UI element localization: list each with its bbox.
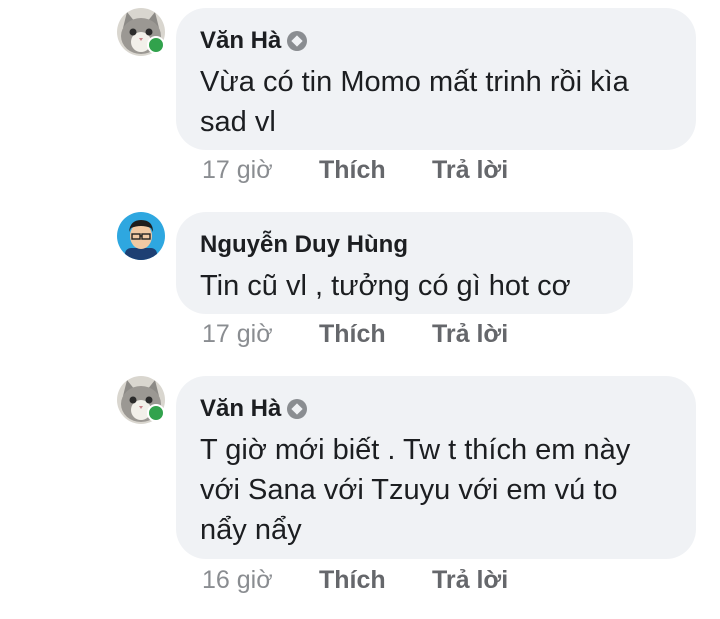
comment-text: Tin cũ vl , tưởng có gì hot cơ: [200, 270, 571, 302]
online-status-dot: [147, 36, 165, 54]
comment-author[interactable]: Văn Hà: [200, 394, 670, 424]
verified-badge-icon: [287, 31, 308, 51]
reply-button[interactable]: Trả lời: [432, 155, 508, 185]
verified-badge-icon: [287, 399, 308, 419]
like-button[interactable]: Thích: [319, 155, 432, 185]
author-name[interactable]: Văn Hà: [200, 26, 281, 56]
comment-text: Vừa có tin Momo mất trinh rồi kìa sad vl: [200, 66, 629, 138]
comment-time[interactable]: 17 giờ: [202, 319, 319, 349]
reply-button[interactable]: Trả lời: [432, 565, 508, 595]
reply-button[interactable]: Trả lời: [432, 319, 508, 349]
comment-bubble: Văn Hà Vừa có tin Momo mất trinh rồi kìa…: [176, 8, 696, 150]
comment-actions: 17 giờ Thích Trả lời: [202, 155, 508, 185]
author-name[interactable]: Văn Hà: [200, 394, 281, 424]
like-button[interactable]: Thích: [319, 319, 432, 349]
comment-time[interactable]: 17 giờ: [202, 155, 319, 185]
avatar[interactable]: [117, 8, 165, 56]
comment-text: T giờ mới biết . Tw t thích em này với S…: [200, 434, 631, 546]
author-name[interactable]: Nguyễn Duy Hùng: [200, 230, 408, 260]
comment-actions: 16 giờ Thích Trả lời: [202, 565, 508, 595]
person-avatar-icon: [117, 212, 165, 260]
comment-time[interactable]: 16 giờ: [202, 565, 319, 595]
comment-author[interactable]: Nguyễn Duy Hùng: [200, 230, 607, 260]
avatar[interactable]: [117, 376, 165, 424]
comment-author[interactable]: Văn Hà: [200, 26, 670, 56]
online-status-dot: [147, 404, 165, 422]
like-button[interactable]: Thích: [319, 565, 432, 595]
avatar[interactable]: [117, 212, 165, 260]
comment-actions: 17 giờ Thích Trả lời: [202, 319, 508, 349]
comment-bubble: Văn Hà T giờ mới biết . Tw t thích em nà…: [176, 376, 696, 559]
comment-bubble: Nguyễn Duy Hùng Tin cũ vl , tưởng có gì …: [176, 212, 633, 314]
